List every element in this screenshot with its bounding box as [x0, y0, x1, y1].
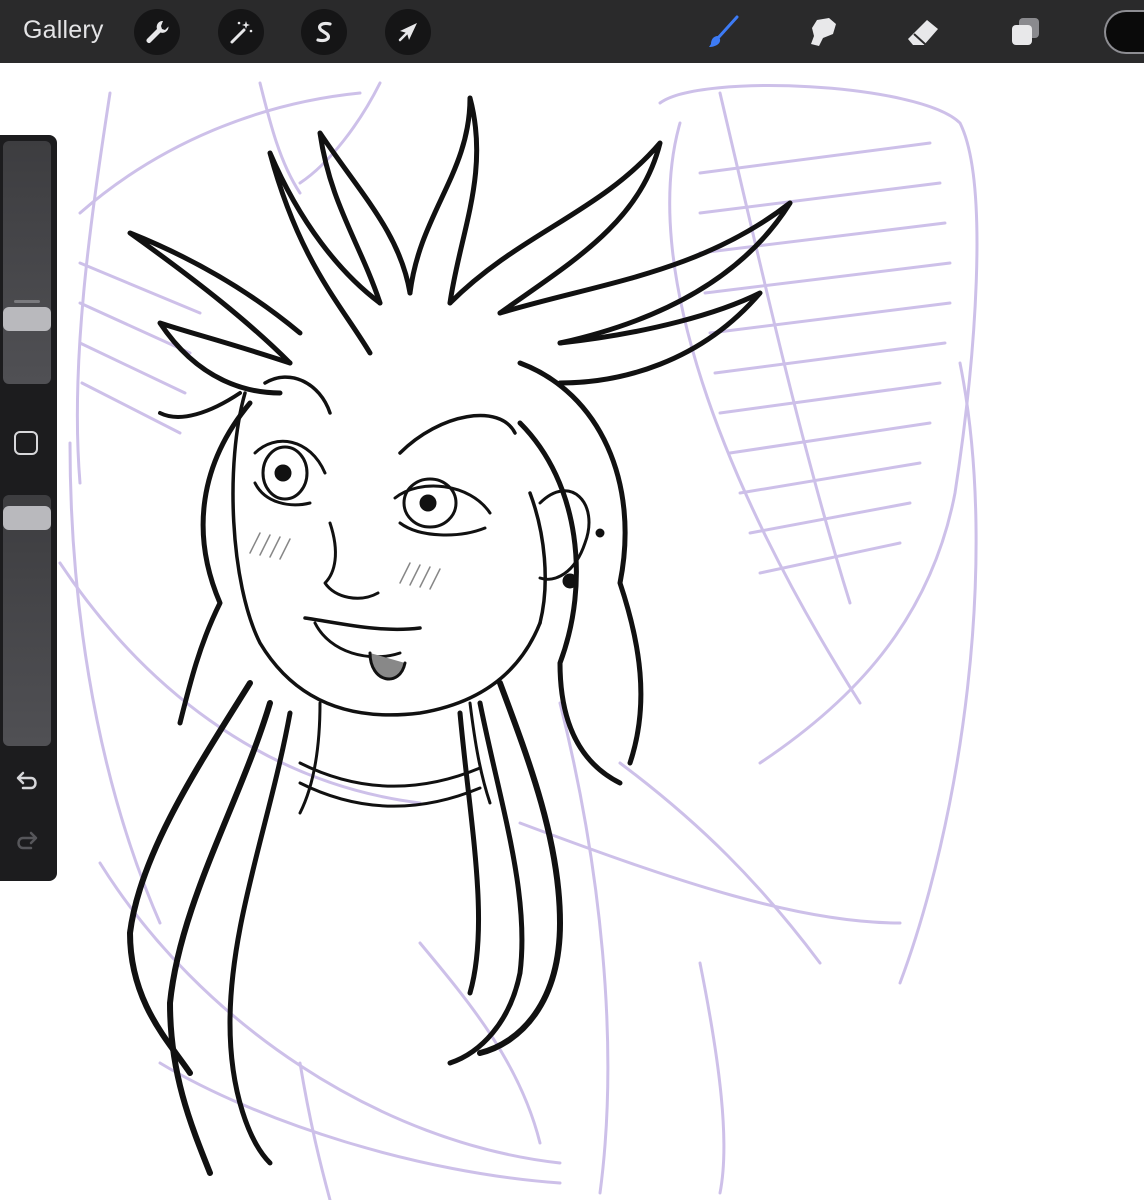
selection-s-icon — [316, 21, 332, 43]
modify-square-icon[interactable] — [14, 431, 38, 455]
undo-icon — [16, 771, 37, 790]
artwork — [58, 81, 979, 1200]
adjustments-button[interactable] — [218, 9, 264, 55]
brush-opacity-slider[interactable] — [3, 495, 51, 746]
transform-button[interactable] — [385, 9, 431, 55]
gallery-button[interactable]: Gallery — [23, 16, 104, 45]
brush-size-tick — [14, 300, 40, 303]
left-sidebar — [0, 135, 57, 881]
ink-layer — [127, 95, 793, 1176]
brush-tool-button[interactable] — [700, 9, 746, 55]
procreate-app: Gallery — [0, 0, 1144, 1200]
layers-button[interactable] — [1002, 9, 1048, 55]
selection-button[interactable] — [301, 9, 347, 55]
brush-opacity-knob[interactable] — [3, 506, 51, 531]
undo-button[interactable] — [12, 767, 42, 797]
drawing-canvas[interactable] — [0, 63, 1144, 1200]
blush-marks — [249, 532, 441, 590]
wrench-icon — [146, 20, 169, 43]
layers-icon — [1012, 18, 1039, 45]
brush-icon — [709, 15, 739, 47]
color-picker-button[interactable] — [1104, 10, 1144, 54]
redo-icon — [17, 831, 38, 850]
arrow-cursor-icon — [398, 23, 417, 42]
smudge-finger-icon — [811, 18, 836, 46]
top-toolbar: Gallery — [0, 0, 1144, 63]
brush-size-slider[interactable] — [3, 141, 51, 384]
smudge-tool-button[interactable] — [800, 9, 846, 55]
redo-button[interactable] — [12, 827, 42, 857]
actions-button[interactable] — [134, 9, 180, 55]
magic-wand-icon — [230, 21, 253, 44]
eraser-tool-button[interactable] — [900, 9, 946, 55]
brush-size-knob[interactable] — [3, 307, 51, 332]
eraser-icon — [908, 20, 938, 45]
